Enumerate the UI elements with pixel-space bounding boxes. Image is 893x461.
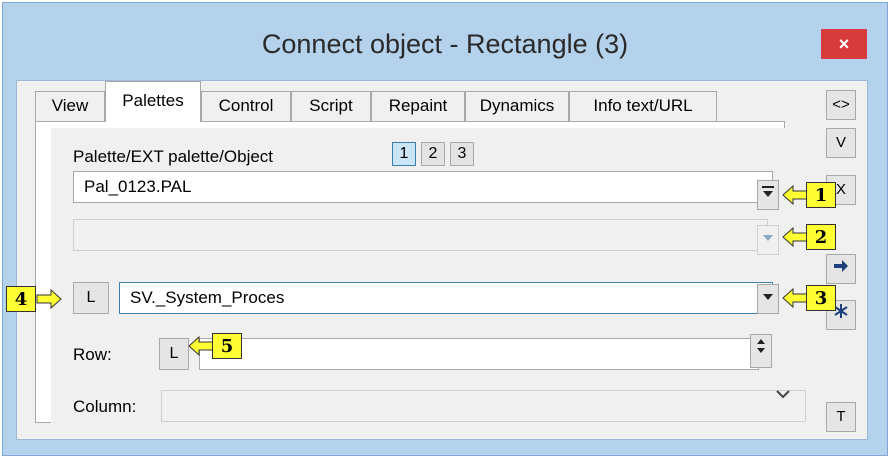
- palettes-tab-panel: Palette/EXT palette/Object 1 2 3 Pal_012…: [35, 121, 806, 423]
- row-l-button[interactable]: L: [159, 338, 189, 370]
- tab-control[interactable]: Control: [201, 91, 291, 121]
- row-input[interactable]: [199, 338, 759, 370]
- chevron-down-icon: [763, 294, 773, 300]
- dialog-client: View Palettes Control Script Repaint Dyn…: [16, 80, 868, 440]
- palette-number-3-button[interactable]: 3: [450, 142, 474, 166]
- window-title: Connect object - Rectangle (3): [261, 29, 629, 59]
- object-dropdown-button[interactable]: [757, 284, 779, 314]
- t-button[interactable]: T: [826, 402, 856, 432]
- chevron-down-icon: [762, 186, 774, 197]
- chevron-down-icon: [763, 235, 773, 241]
- column-select[interactable]: [161, 390, 806, 422]
- v-button[interactable]: V: [826, 128, 856, 158]
- palette-label: Palette/EXT palette/Object: [73, 147, 274, 166]
- object-input[interactable]: SV._System_Proces: [119, 282, 773, 314]
- callout-arrow-1-icon: [782, 184, 808, 206]
- tab-palettes[interactable]: Palettes: [105, 81, 201, 122]
- callout-5: 5: [212, 333, 242, 359]
- tab-info-text-url[interactable]: Info text/URL: [569, 91, 717, 121]
- palette-file-input[interactable]: Pal_0123.PAL: [73, 171, 773, 203]
- palettes-group: Palette/EXT palette/Object 1 2 3 Pal_012…: [51, 128, 806, 423]
- callout-arrow-2-icon: [782, 226, 808, 248]
- ext-palette-dropdown-button[interactable]: [757, 225, 779, 255]
- callout-arrow-3-icon: [782, 287, 808, 309]
- tab-dynamics[interactable]: Dynamics: [465, 91, 569, 121]
- palette-dropdown-button[interactable]: [757, 180, 779, 210]
- close-button[interactable]: ×: [821, 29, 867, 59]
- callout-2: 2: [806, 224, 836, 250]
- callout-1: 1: [806, 182, 836, 208]
- spin-arrows-icon: [757, 339, 765, 353]
- chevron-down-icon: [776, 390, 790, 399]
- callout-arrow-4-icon: [36, 288, 62, 310]
- tab-repaint[interactable]: Repaint: [371, 91, 465, 121]
- callout-4: 4: [6, 286, 36, 312]
- row-label: Row:: [73, 345, 112, 364]
- column-label: Column:: [73, 397, 137, 416]
- callout-3: 3: [806, 285, 836, 311]
- row-spin-button[interactable]: [750, 334, 772, 368]
- ext-palette-input[interactable]: [73, 219, 768, 251]
- column-dropdown-chevron[interactable]: [773, 384, 793, 404]
- arrow-right-button[interactable]: [826, 254, 856, 284]
- palette-number-1-button[interactable]: 1: [392, 142, 416, 166]
- palette-number-2-button[interactable]: 2: [421, 142, 445, 166]
- swap-button[interactable]: <>: [826, 90, 856, 120]
- tab-view[interactable]: View: [35, 91, 105, 121]
- object-l-button[interactable]: L: [73, 282, 109, 314]
- tab-script[interactable]: Script: [291, 91, 371, 121]
- arrow-right-icon: [834, 260, 848, 272]
- callout-arrow-5-icon: [188, 335, 214, 357]
